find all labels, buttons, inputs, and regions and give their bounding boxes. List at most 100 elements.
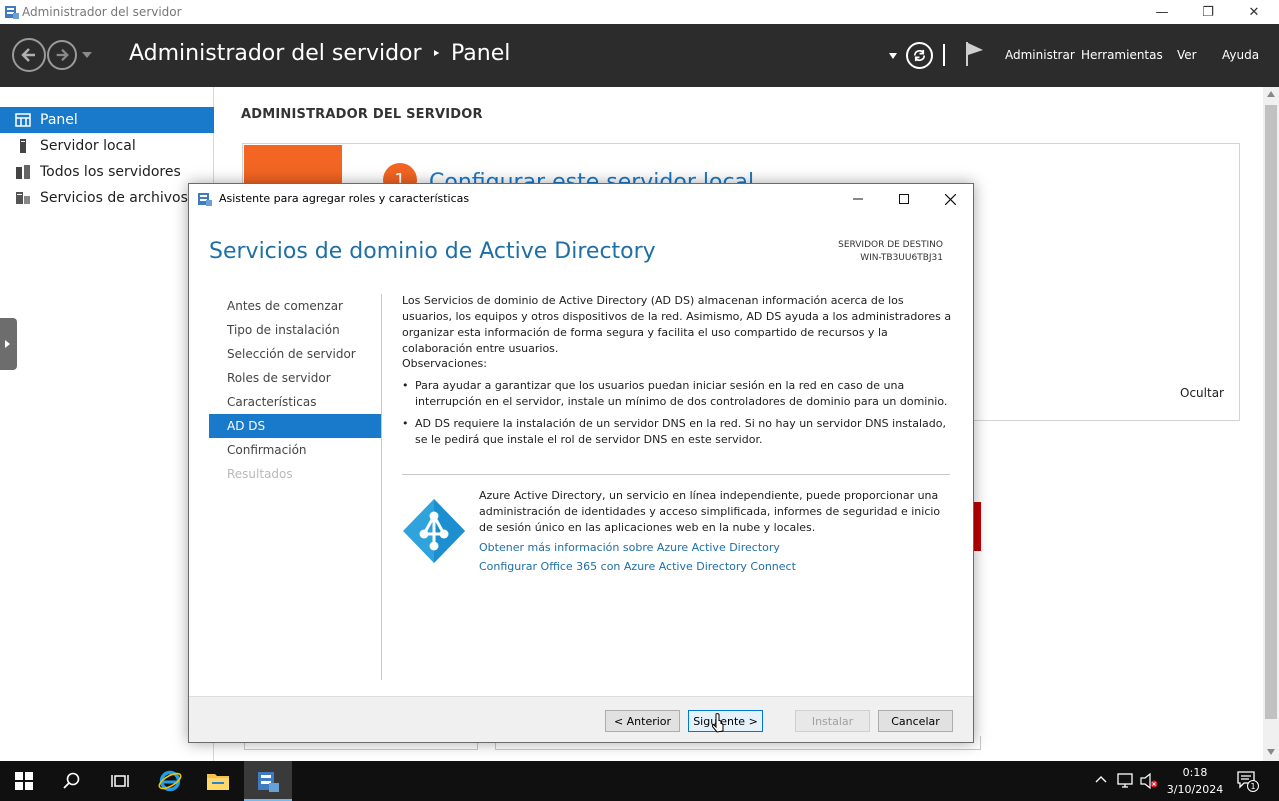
expand-panel-tab[interactable] xyxy=(0,318,17,370)
sidebar-item-local-server[interactable]: Servidor local xyxy=(0,133,214,159)
menu-ayuda[interactable]: Ayuda xyxy=(1222,48,1259,62)
destination-server-name: WIN-TB3UU6TBJ31 xyxy=(860,253,943,263)
bullet-dot: • xyxy=(402,417,409,430)
clock-date[interactable]: 3/10/2024 xyxy=(1160,783,1230,796)
section-divider xyxy=(402,474,950,475)
close-button[interactable]: ✕ xyxy=(1231,0,1277,24)
breadcrumb-root[interactable]: Administrador del servidor xyxy=(129,41,422,66)
back-button[interactable] xyxy=(12,38,46,72)
action-center-button[interactable]: 1 xyxy=(1237,771,1261,793)
hide-link[interactable]: Ocultar xyxy=(1180,386,1224,400)
install-button[interactable]: Instalar xyxy=(795,710,870,732)
forward-button[interactable] xyxy=(47,40,77,70)
breadcrumb-separator: ‣ xyxy=(431,44,441,63)
wizard-nav-server-selection[interactable]: Selección de servidor xyxy=(209,342,381,366)
close-icon: ✕ xyxy=(1248,4,1260,20)
menu-ver[interactable]: Ver xyxy=(1177,48,1197,62)
window-title-bar: Administrador del servidor — ❐ ✕ xyxy=(0,0,1279,24)
dialog-heading: Servicios de dominio de Active Directory xyxy=(209,239,656,264)
scroll-down-icon[interactable] xyxy=(1267,749,1275,755)
wizard-nav-server-roles[interactable]: Roles de servidor xyxy=(209,366,381,390)
minimize-icon: — xyxy=(1155,4,1169,20)
file-explorer-button[interactable] xyxy=(194,761,242,801)
clock-time[interactable]: 0:18 xyxy=(1160,766,1230,779)
file-services-icon xyxy=(15,190,31,206)
maximize-icon xyxy=(899,194,909,204)
azure-active-directory-icon xyxy=(402,498,466,564)
page-title: ADMINISTRADOR DEL SERVIDOR xyxy=(241,107,483,122)
close-icon xyxy=(944,193,956,205)
wizard-nav-features[interactable]: Características xyxy=(209,390,381,414)
sidebar-item-label: Panel xyxy=(40,112,78,128)
network-button[interactable] xyxy=(1117,773,1135,789)
azure-learn-more-link[interactable]: Obtener más información sobre Azure Acti… xyxy=(479,541,780,554)
sidebar-item-panel[interactable]: Panel xyxy=(0,107,214,133)
windows-logo-icon xyxy=(15,772,33,790)
servers-icon xyxy=(15,164,31,180)
observation-text: AD DS requiere la instalación de un serv… xyxy=(415,417,946,446)
scroll-up-icon[interactable] xyxy=(1267,91,1275,97)
menu-herramientas[interactable]: Herramientas xyxy=(1081,48,1163,62)
intro-text: Los Servicios de dominio de Active Direc… xyxy=(402,294,952,355)
flag-icon xyxy=(966,42,983,66)
server-manager-taskbar-button[interactable] xyxy=(244,761,292,801)
volume-muted-icon xyxy=(1140,773,1158,789)
wizard-nav-install-type[interactable]: Tipo de instalación xyxy=(209,318,381,342)
office365-azure-connect-link[interactable]: Configurar Office 365 con Azure Active D… xyxy=(479,560,796,573)
wizard-app-icon xyxy=(197,191,213,207)
restore-icon: ❐ xyxy=(1202,4,1214,20)
sidebar-item-label: Servicios de archivos y... xyxy=(40,190,212,206)
search-button[interactable] xyxy=(48,761,96,801)
window-title: Administrador del servidor xyxy=(22,5,182,19)
volume-button[interactable] xyxy=(1140,773,1158,789)
bullet-dot: • xyxy=(402,379,409,392)
task-view-icon xyxy=(111,775,129,787)
menu-administrar[interactable]: Administrar xyxy=(1005,48,1075,62)
sidebar-item-all-servers[interactable]: Todos los servidores xyxy=(0,159,214,185)
arrow-left-icon xyxy=(21,48,35,62)
nav-divider xyxy=(381,294,382,680)
minimize-button[interactable]: — xyxy=(1139,0,1185,24)
refresh-dropdown-button[interactable] xyxy=(889,53,897,59)
observation-bullet: • AD DS requiere la instalación de un se… xyxy=(402,416,952,448)
breadcrumb: Administrador del servidor ‣ Panel xyxy=(129,41,510,66)
scrollbar-thumb[interactable] xyxy=(1265,105,1277,719)
wizard-nav-ad-ds[interactable]: AD DS xyxy=(209,414,381,438)
start-button[interactable] xyxy=(0,761,48,801)
internet-explorer-button[interactable] xyxy=(146,761,194,801)
wizard-nav-before-start[interactable]: Antes de comenzar xyxy=(209,294,381,318)
azure-description: Azure Active Directory, un servicio en l… xyxy=(479,489,941,534)
arrow-right-icon xyxy=(56,48,69,62)
sidebar-item-file-services[interactable]: Servicios de archivos y... xyxy=(0,185,214,211)
refresh-button[interactable] xyxy=(906,42,933,69)
wizard-nav-results: Resultados xyxy=(227,467,293,481)
sidebar-item-label: Servidor local xyxy=(40,138,136,154)
history-dropdown-button[interactable] xyxy=(82,51,92,59)
dialog-minimize-button[interactable] xyxy=(835,184,881,214)
dashboard-icon xyxy=(15,112,31,128)
sidebar: Panel Servidor local Todos los servidore… xyxy=(0,87,214,761)
cancel-button[interactable]: Cancelar xyxy=(878,710,953,732)
mouse-cursor-icon xyxy=(712,713,726,735)
observations-label: Observaciones: xyxy=(402,357,487,370)
wizard-nav-confirmation[interactable]: Confirmación xyxy=(209,438,381,462)
notifications-flag-button[interactable] xyxy=(965,41,985,67)
dialog-maximize-button[interactable] xyxy=(881,184,927,214)
header-divider xyxy=(943,44,945,66)
task-view-button[interactable] xyxy=(96,761,144,801)
main-scrollbar[interactable] xyxy=(1263,87,1279,761)
server-manager-app-icon xyxy=(4,4,20,20)
observation-text: Para ayudar a garantizar que los usuario… xyxy=(415,379,948,408)
previous-button[interactable]: < Anterior xyxy=(605,710,680,732)
server-icon xyxy=(15,138,31,154)
restore-button[interactable]: ❐ xyxy=(1185,0,1231,24)
server-manager-icon xyxy=(258,772,279,792)
destination-server-label: SERVIDOR DE DESTINO xyxy=(838,240,943,250)
dialog-close-button[interactable] xyxy=(927,184,973,214)
chevron-right-icon xyxy=(5,340,10,348)
add-roles-wizard-dialog: Asistente para agregar roles y caracterí… xyxy=(188,183,974,743)
taskbar: 0:18 3/10/2024 1 xyxy=(0,761,1279,801)
show-hidden-icons-button[interactable] xyxy=(1095,775,1107,783)
sidebar-item-label: Todos los servidores xyxy=(40,164,181,180)
chevron-down-icon xyxy=(82,52,92,58)
